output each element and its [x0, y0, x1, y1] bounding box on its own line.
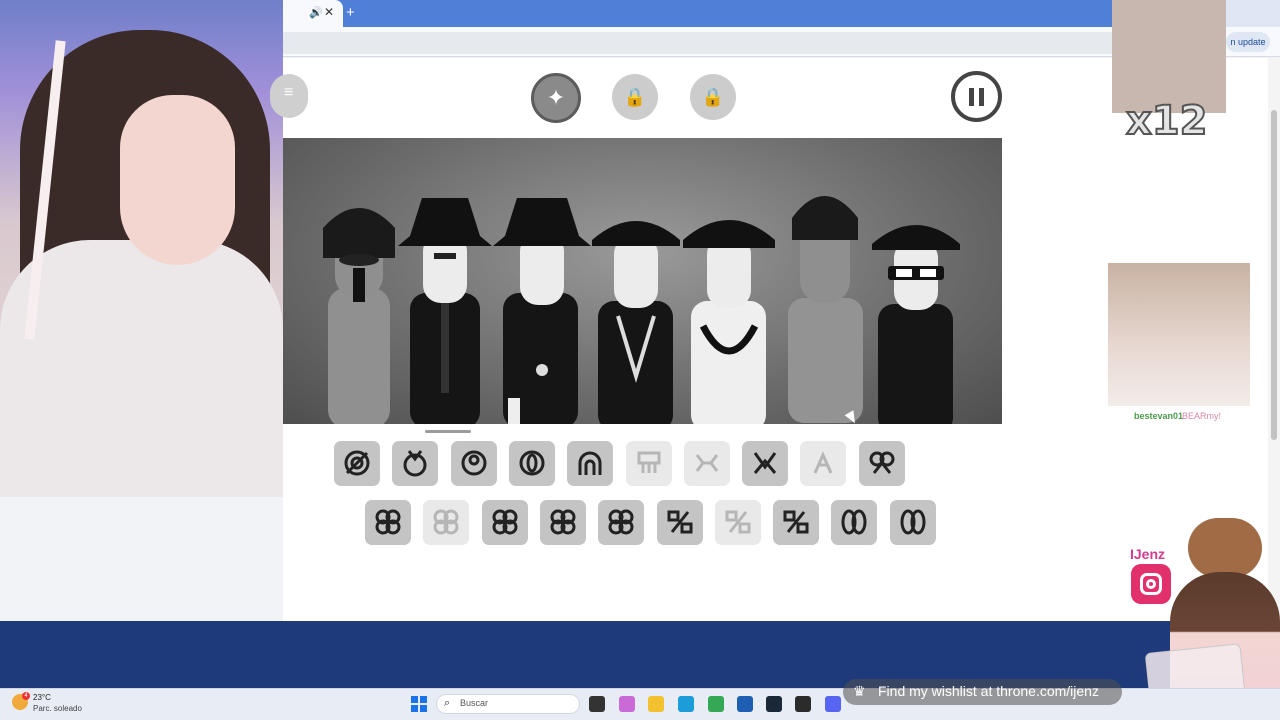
- wishlist-text: Find my wishlist at throne.com/ijenz: [878, 683, 1099, 699]
- sound-button-melody-3[interactable]: [482, 500, 528, 545]
- chrome-icon[interactable]: [708, 696, 724, 712]
- sound-button-voice-4[interactable]: [831, 500, 877, 545]
- sparkle-icon: ✦: [546, 85, 566, 110]
- melody-3-icon: [492, 509, 518, 535]
- melody-1-icon: [375, 509, 401, 535]
- edge-icon[interactable]: [678, 696, 694, 712]
- new-tab-icon[interactable]: +: [346, 4, 355, 21]
- effect-3-icon: [753, 452, 777, 474]
- subscriber-image: [1108, 263, 1250, 406]
- sound-button-effect-3[interactable]: [742, 441, 788, 486]
- steam-icon[interactable]: [766, 696, 782, 712]
- sound-button-voice-5[interactable]: [890, 500, 936, 545]
- search-icon: ⌕: [444, 697, 451, 709]
- scrollbar-thumb[interactable]: [1271, 110, 1277, 440]
- effect-5-icon: [869, 451, 895, 474]
- sound-button-effect-5[interactable]: [859, 441, 905, 486]
- effect-1-icon: [637, 451, 661, 473]
- speaker-icon[interactable]: 🔊: [309, 6, 323, 19]
- webcam-face: [120, 95, 235, 265]
- hamster-webcam: [1112, 0, 1226, 113]
- lock-icon: 🔒: [623, 87, 647, 107]
- sound-button-effect-1[interactable]: [626, 441, 672, 486]
- close-icon[interactable]: ✕: [324, 5, 334, 19]
- sound-button-effect-4[interactable]: [800, 441, 846, 486]
- voice-3-icon: [783, 510, 809, 534]
- locked-bonus-button-1[interactable]: 🔒: [612, 74, 658, 120]
- taskbar-search[interactable]: [436, 694, 580, 714]
- voice-4-icon: [841, 509, 867, 535]
- bear-icon: [1188, 518, 1262, 578]
- locked-bonus-button-2[interactable]: 🔒: [690, 74, 736, 120]
- effect-4-icon: [813, 451, 833, 474]
- sound-button-beat-5[interactable]: [567, 441, 613, 486]
- multiplier-label: x12: [1125, 97, 1208, 145]
- subscriber-tag: BEARmy!: [1182, 411, 1222, 421]
- taskbar-search-placeholder: Buscar: [460, 698, 489, 708]
- url-field[interactable]: [283, 32, 1112, 54]
- update-button[interactable]: n update: [1226, 32, 1270, 52]
- sound-button-effect-2[interactable]: [684, 441, 730, 486]
- character-5: [683, 220, 775, 424]
- sound-button-melody-2[interactable]: [423, 500, 469, 545]
- streamer-webcam: [0, 0, 283, 497]
- voice-5-icon: [900, 509, 926, 535]
- webcam-sweater: [0, 240, 283, 497]
- stage-drag-handle[interactable]: [425, 430, 471, 433]
- task-view-icon[interactable]: [589, 696, 605, 712]
- character-3: [493, 198, 591, 424]
- hamburger-icon[interactable]: ≡: [284, 84, 293, 102]
- character-lineup: [323, 196, 960, 424]
- instagram-icon: [1131, 564, 1171, 604]
- lock-icon: 🔒: [701, 87, 725, 107]
- instagram-handle: IJenz: [1130, 546, 1166, 562]
- sound-button-voice-1[interactable]: [657, 500, 703, 545]
- melody-5-icon: [608, 509, 634, 535]
- melody-4-icon: [550, 509, 576, 535]
- windows-start-icon[interactable]: [411, 696, 427, 712]
- effect-2-icon: [695, 454, 719, 472]
- beat-2-icon: [403, 450, 427, 477]
- character-2: [398, 198, 492, 424]
- terminal-icon[interactable]: [795, 696, 811, 712]
- sound-button-melody-5[interactable]: [598, 500, 644, 545]
- update-button-label: n update: [1230, 37, 1266, 47]
- pause-button[interactable]: [951, 71, 1002, 122]
- beat-1-icon: [344, 450, 370, 476]
- weather-badge: 4: [22, 692, 30, 700]
- store-icon[interactable]: [737, 696, 753, 712]
- page-footer: [283, 621, 1280, 688]
- character-stage[interactable]: [283, 138, 1002, 424]
- tab-strip: [283, 0, 1112, 27]
- page-footer-left: [0, 621, 283, 688]
- sound-button-voice-2[interactable]: [715, 500, 761, 545]
- character-6: [788, 196, 863, 423]
- beat-3-icon: [461, 450, 487, 476]
- sound-button-beat-3[interactable]: [451, 441, 497, 486]
- copilot-icon[interactable]: [619, 696, 635, 712]
- sound-button-beat-2[interactable]: [392, 441, 438, 486]
- beat-4-icon: [519, 450, 545, 476]
- bonus-button[interactable]: ✦: [531, 73, 581, 123]
- subscriber-name: bestevan01: [1134, 411, 1184, 421]
- sound-button-beat-4[interactable]: [509, 441, 555, 486]
- pause-icon: [969, 88, 985, 106]
- sound-button-melody-4[interactable]: [540, 500, 586, 545]
- sound-button-beat-1[interactable]: [334, 441, 380, 486]
- file-explorer-icon[interactable]: [648, 696, 664, 712]
- voice-1-icon: [667, 510, 693, 534]
- melody-2-icon: [433, 509, 459, 535]
- weather-temperature: 23°C: [33, 693, 51, 702]
- character-4: [592, 221, 680, 424]
- gift-icon: ♛: [853, 683, 866, 699]
- character-1: [323, 208, 395, 424]
- discord-icon[interactable]: [825, 696, 841, 712]
- instagram-lens: [1146, 579, 1156, 589]
- character-7: [872, 225, 960, 424]
- sound-button-melody-1[interactable]: [365, 500, 411, 545]
- beat-5-icon: [578, 451, 602, 475]
- weather-description: Parc. soleado: [33, 704, 82, 713]
- sound-button-voice-3[interactable]: [773, 500, 819, 545]
- voice-2-icon: [725, 510, 751, 534]
